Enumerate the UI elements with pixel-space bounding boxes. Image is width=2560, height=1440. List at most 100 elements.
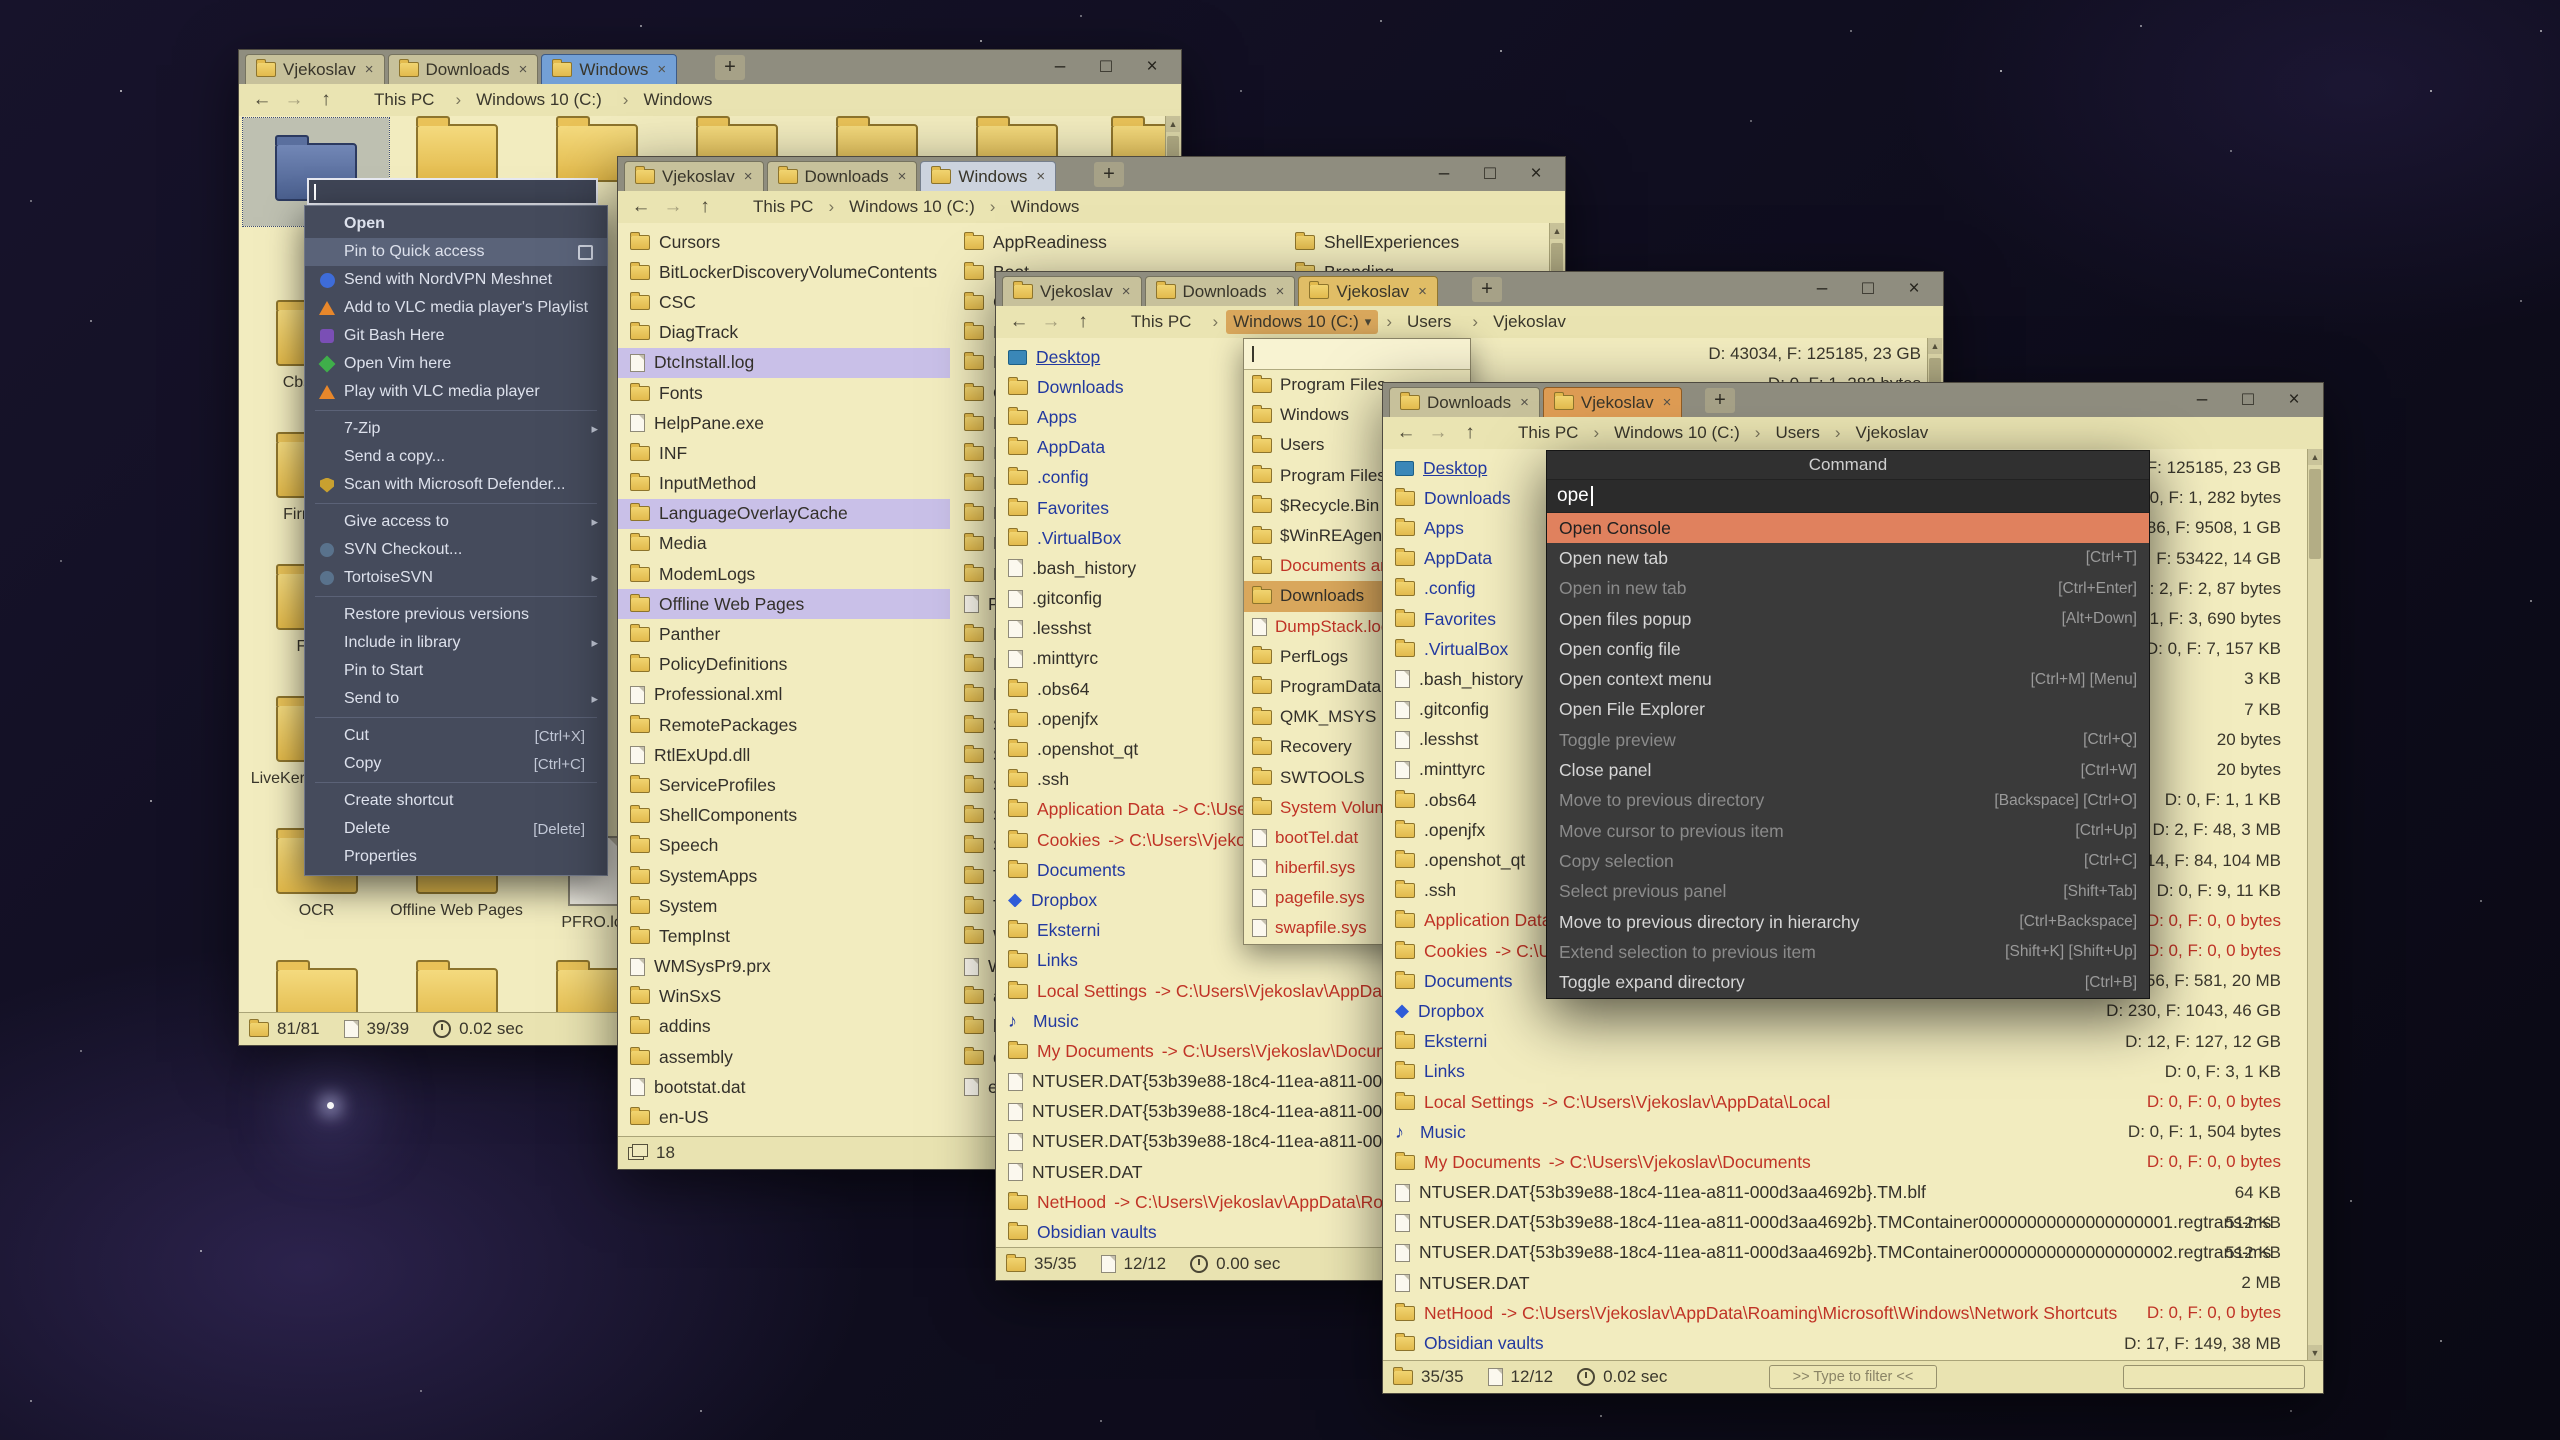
file-row[interactable]: PolicyDefinitions [618,650,950,680]
context-menu-item[interactable]: Add to VLC media player's Playlist [305,294,607,322]
tab-close-icon[interactable]: × [1122,283,1131,300]
context-menu-item[interactable]: Create shortcut [305,787,607,815]
filter-input[interactable] [2123,1365,2305,1389]
tab[interactable]: Vjekoslav × [245,54,385,84]
file-row[interactable]: ShellComponents [618,801,950,831]
context-menu-item[interactable]: SVN Checkout... [305,536,607,564]
file-row[interactable]: assembly [618,1042,950,1072]
file-row[interactable]: Panther [618,619,950,649]
command-input[interactable]: ope [1547,480,2149,513]
tab[interactable]: Windows × [541,54,677,84]
file-row[interactable]: Speech [618,831,950,861]
up-button[interactable]: ↑ [1455,420,1485,446]
file-row[interactable]: NTUSER.DAT{53b39e88-18c4-11ea-a811-000d3… [1383,1178,2307,1208]
new-tab-button[interactable]: + [715,55,745,80]
command-item[interactable]: Move to previous directory [Backspace] [… [1547,786,2149,816]
file-row[interactable]: Offline Web Pages [618,589,950,619]
breadcrumb-segment[interactable]: This PC [351,88,447,112]
forward-button[interactable]: → [1423,420,1453,446]
tab[interactable]: Downloads × [767,161,918,191]
file-row[interactable]: RemotePackages [618,710,950,740]
command-item[interactable]: Move to previous directory in hierarchy … [1547,907,2149,937]
scroll-up-icon[interactable]: ▲ [1928,338,1942,354]
context-menu-item[interactable]: Delete [Delete] [305,815,607,843]
context-menu-item[interactable]: Send with NordVPN Meshnet [305,266,607,294]
tab[interactable]: Vjekoslav × [1298,276,1438,306]
context-menu-item[interactable] [315,782,597,783]
scroll-up-icon[interactable]: ▲ [2308,449,2322,465]
file-row[interactable]: addins [618,1012,950,1042]
context-menu-item[interactable]: Send a copy... [305,443,607,471]
tab-close-icon[interactable]: × [519,61,528,78]
file-row[interactable]: AppReadiness [952,227,1282,257]
minimize-button[interactable]: – [1801,276,1843,302]
command-item[interactable]: Open Console [1547,513,2149,543]
file-row[interactable]: LanguageOverlayCache [618,499,950,529]
breadcrumb-segment[interactable]: This PC [1495,421,1585,445]
command-item[interactable]: Copy selection [Ctrl+C] [1547,846,2149,876]
file-row[interactable]: System [618,891,950,921]
command-item[interactable]: Open context menu [Ctrl+M] [Menu] [1547,664,2149,694]
file-row[interactable]: Dropbox D: 230, F: 1043, 46 GB [1383,996,2307,1026]
file-row[interactable]: NetHood -> C:\Users\Vjekoslav\AppData\Ro… [1383,1298,2307,1328]
context-menu-item[interactable]: Pin to Start [305,657,607,685]
tab-close-icon[interactable]: × [1520,394,1529,411]
file-row[interactable]: RtlExUpd.dll [618,740,950,770]
breadcrumb-segment[interactable]: › Windows 10 (C:) [447,88,614,112]
rename-input[interactable] [307,178,598,205]
forward-button[interactable]: → [279,87,309,113]
back-button[interactable]: ← [1004,309,1034,335]
file-row[interactable]: INF [618,438,950,468]
close-button[interactable]: × [1131,54,1173,80]
breadcrumb-segment[interactable]: › Vjekoslav [1464,310,1578,334]
close-button[interactable]: × [1893,276,1935,302]
file-row[interactable]: WinSxS [618,982,950,1012]
breadcrumb-segment[interactable]: › Windows [982,195,1087,219]
breadcrumb-segment[interactable]: › Windows 10 (C:) [1585,421,1746,445]
breadcrumb-segment[interactable]: › Windows 10 (C:)▾ [1204,310,1378,334]
file-row[interactable]: Fonts [618,378,950,408]
command-item[interactable]: Select previous panel [Shift+Tab] [1547,877,2149,907]
minimize-button[interactable]: – [2181,387,2223,413]
maximize-button[interactable]: □ [2227,387,2269,413]
context-menu-item[interactable]: Git Bash Here [305,322,607,350]
dropdown-filter-input[interactable] [1244,339,1470,370]
minimize-button[interactable]: – [1423,161,1465,187]
file-row[interactable]: en-US [618,1102,950,1132]
command-item[interactable]: Extend selection to previous item [Shift… [1547,937,2149,967]
folder-item[interactable]: PolicyDefinitions [249,968,384,1013]
new-tab-button[interactable]: + [1705,388,1735,413]
file-row[interactable]: Cursors [618,227,950,257]
file-row[interactable]: NTUSER.DAT{53b39e88-18c4-11ea-a811-000d3… [1383,1238,2307,1268]
file-row[interactable]: InputMethod [618,469,950,499]
command-item[interactable]: Toggle preview [Ctrl+Q] [1547,725,2149,755]
context-menu-item[interactable]: Pin to Quick access [305,238,607,266]
maximize-button[interactable]: □ [1847,276,1889,302]
filter-hint-input[interactable]: >> Type to filter << [1769,1365,1937,1389]
scroll-down-icon[interactable]: ▼ [2308,1345,2322,1361]
forward-button[interactable]: → [1036,309,1066,335]
file-row[interactable]: ModemLogs [618,559,950,589]
breadcrumb-segment[interactable]: › Windows 10 (C:) [820,195,981,219]
tab[interactable]: Vjekoslav × [624,161,764,191]
tab[interactable]: Windows × [920,161,1056,191]
forward-button[interactable]: → [658,194,688,220]
context-menu-item[interactable] [315,717,597,718]
tab-close-icon[interactable]: × [365,61,374,78]
scroll-up-icon[interactable]: ▲ [1166,116,1180,132]
folder-item[interactable]: Prefetch [389,968,524,1013]
tab[interactable]: Downloads × [1145,276,1296,306]
context-menu-item[interactable]: Copy [Ctrl+C] [305,750,607,778]
context-menu-item[interactable]: Scan with Microsoft Defender... [305,471,607,499]
folder-item[interactable] [389,124,524,182]
breadcrumb-segment[interactable]: › Windows [615,88,726,112]
file-row[interactable]: My Documents -> C:\Users\Vjekoslav\Docum… [1383,1147,2307,1177]
scroll-up-icon[interactable]: ▲ [1550,223,1564,239]
breadcrumb-segment[interactable]: › Users [1378,310,1464,334]
close-button[interactable]: × [2273,387,2315,413]
file-row[interactable]: HelpPane.exe [618,408,950,438]
minimize-button[interactable]: – [1039,54,1081,80]
breadcrumb-segment[interactable]: This PC [730,195,820,219]
up-button[interactable]: ↑ [311,87,341,113]
command-item[interactable]: Open in new tab [Ctrl+Enter] [1547,574,2149,604]
